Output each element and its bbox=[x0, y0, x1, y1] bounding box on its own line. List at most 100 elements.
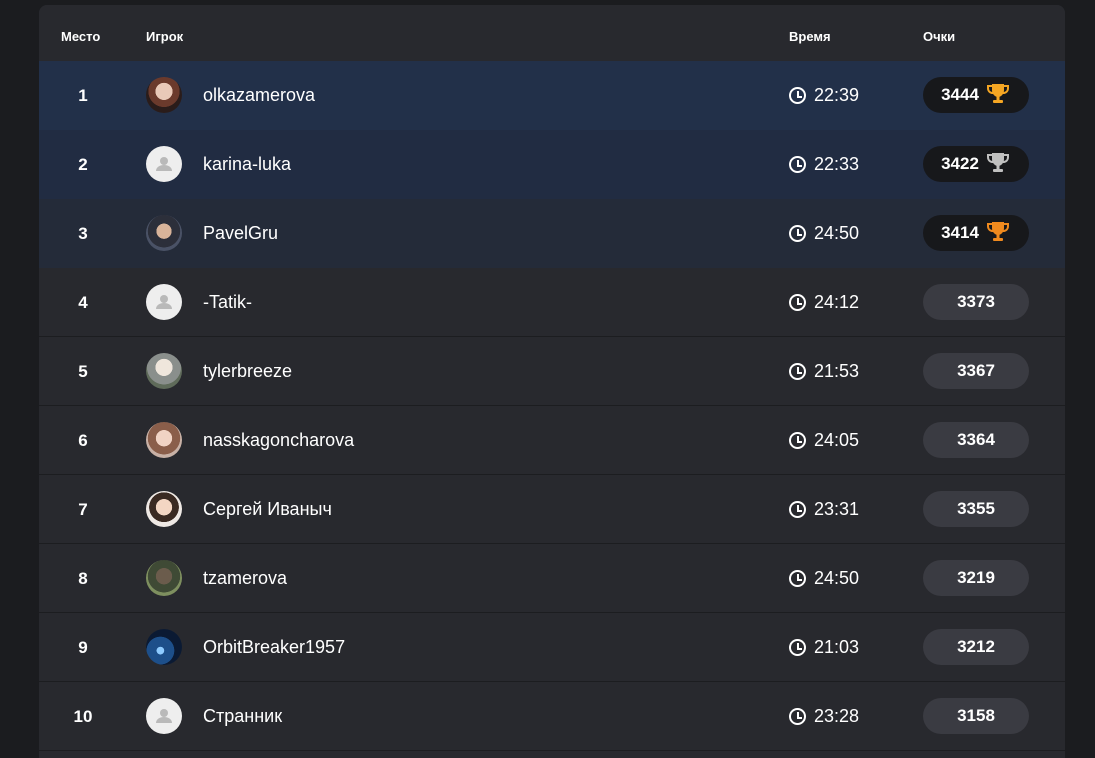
table-row[interactable]: 9 OrbitBreaker1957 21:03 3212 bbox=[39, 613, 1065, 682]
table-row[interactable]: 2 karina-luka 22:33 3422 bbox=[39, 130, 1065, 199]
clock-icon bbox=[789, 639, 806, 656]
time-value: 21:03 bbox=[814, 637, 860, 657]
play-time: 24:50 bbox=[789, 544, 859, 613]
player-name[interactable]: tzamerova bbox=[203, 544, 287, 613]
avatar[interactable] bbox=[146, 629, 182, 665]
player-name[interactable]: olkazamerova bbox=[203, 61, 315, 130]
avatar[interactable] bbox=[146, 215, 182, 251]
score-badge: 3212 bbox=[923, 629, 1029, 665]
player-name[interactable]: tylerbreeze bbox=[203, 337, 292, 406]
rank-number: 8 bbox=[78, 569, 88, 588]
play-time: 23:31 bbox=[789, 475, 859, 544]
rank-number: 1 bbox=[78, 86, 88, 105]
default-avatar-icon[interactable] bbox=[146, 284, 182, 320]
play-time: 24:12 bbox=[789, 268, 859, 337]
score-badge: 3444 bbox=[923, 77, 1029, 113]
avatar[interactable] bbox=[146, 422, 182, 458]
time-value: 24:50 bbox=[814, 568, 860, 588]
table-row[interactable]: 1 olkazamerova 22:39 3444 bbox=[39, 61, 1065, 130]
score-value: 3212 bbox=[957, 637, 995, 656]
clock-icon bbox=[789, 363, 806, 380]
play-time: 21:03 bbox=[789, 613, 859, 682]
play-time: 22:39 bbox=[789, 61, 859, 130]
table-row[interactable]: 8 tzamerova 24:50 3219 bbox=[39, 544, 1065, 613]
silver-trophy-icon bbox=[985, 150, 1011, 186]
leaderboard-table: Место Игрок Время Очки 1 olkazamerova 22:3… bbox=[39, 5, 1065, 758]
rank-number: 3 bbox=[78, 224, 88, 243]
gold-trophy-icon bbox=[985, 81, 1011, 117]
table-row[interactable]: 5 tylerbreeze 21:53 3367 bbox=[39, 337, 1065, 406]
player-name[interactable]: Странник bbox=[203, 682, 282, 751]
avatar[interactable] bbox=[146, 77, 182, 113]
clock-icon bbox=[789, 225, 806, 242]
rank-number: 5 bbox=[78, 362, 88, 381]
clock-icon bbox=[789, 432, 806, 449]
score-value: 3444 bbox=[941, 85, 979, 104]
rank-number: 9 bbox=[78, 638, 88, 657]
play-time: 21:53 bbox=[789, 337, 859, 406]
column-header-place: Место bbox=[61, 29, 101, 44]
table-row[interactable]: 7 Сергей Иваныч 23:31 3355 bbox=[39, 475, 1065, 544]
score-badge: 3364 bbox=[923, 422, 1029, 458]
clock-icon bbox=[789, 294, 806, 311]
rank-number: 2 bbox=[78, 155, 88, 174]
time-value: 24:05 bbox=[814, 430, 860, 450]
score-value: 3219 bbox=[957, 568, 995, 587]
clock-icon bbox=[789, 570, 806, 587]
score-badge: 3367 bbox=[923, 353, 1029, 389]
play-time: 23:28 bbox=[789, 682, 859, 751]
rank-number: 10 bbox=[73, 707, 93, 726]
bronze-trophy-icon bbox=[985, 219, 1011, 255]
table-body: 1 olkazamerova 22:39 3444 2 karina-luka 22:33 3… bbox=[39, 61, 1065, 751]
table-row[interactable]: 3 PavelGru 24:50 3414 bbox=[39, 199, 1065, 268]
default-avatar-icon[interactable] bbox=[146, 698, 182, 734]
rank-number: 7 bbox=[78, 500, 88, 519]
time-value: 21:53 bbox=[814, 361, 860, 381]
score-badge: 3422 bbox=[923, 146, 1029, 182]
score-value: 3367 bbox=[957, 361, 995, 380]
score-value: 3355 bbox=[957, 499, 995, 518]
time-value: 23:28 bbox=[814, 706, 860, 726]
rank-number: 4 bbox=[78, 293, 88, 312]
player-name[interactable]: OrbitBreaker1957 bbox=[203, 613, 345, 682]
default-avatar-icon[interactable] bbox=[146, 146, 182, 182]
score-value: 3422 bbox=[941, 154, 979, 173]
player-name[interactable]: Сергей Иваныч bbox=[203, 475, 332, 544]
score-value: 3158 bbox=[957, 706, 995, 725]
column-header-time: Время bbox=[789, 29, 831, 44]
avatar[interactable] bbox=[146, 560, 182, 596]
time-value: 22:33 bbox=[814, 154, 860, 174]
clock-icon bbox=[789, 87, 806, 104]
player-name[interactable]: karina-luka bbox=[203, 130, 291, 199]
score-value: 3373 bbox=[957, 292, 995, 311]
player-name[interactable]: PavelGru bbox=[203, 199, 278, 268]
score-badge: 3158 bbox=[923, 698, 1029, 734]
score-badge: 3355 bbox=[923, 491, 1029, 527]
column-header-score: Очки bbox=[923, 29, 956, 44]
clock-icon bbox=[789, 156, 806, 173]
rank-number: 6 bbox=[78, 431, 88, 450]
player-name[interactable]: nasskagoncharova bbox=[203, 406, 354, 475]
column-header-player: Игрок bbox=[146, 29, 184, 44]
play-time: 24:50 bbox=[789, 199, 859, 268]
time-value: 24:50 bbox=[814, 223, 860, 243]
time-value: 24:12 bbox=[814, 292, 860, 312]
play-time: 24:05 bbox=[789, 406, 859, 475]
score-value: 3414 bbox=[941, 223, 979, 242]
score-badge: 3219 bbox=[923, 560, 1029, 596]
time-value: 22:39 bbox=[814, 85, 860, 105]
table-header: Место Игрок Время Очки bbox=[39, 5, 1065, 61]
player-name[interactable]: -Tatik- bbox=[203, 268, 252, 337]
clock-icon bbox=[789, 708, 806, 725]
clock-icon bbox=[789, 501, 806, 518]
table-row[interactable]: 10 Странник 23:28 3158 bbox=[39, 682, 1065, 751]
avatar[interactable] bbox=[146, 353, 182, 389]
score-badge: 3373 bbox=[923, 284, 1029, 320]
score-value: 3364 bbox=[957, 430, 995, 449]
play-time: 22:33 bbox=[789, 130, 859, 199]
score-badge: 3414 bbox=[923, 215, 1029, 251]
table-row[interactable]: 6 nasskagoncharova 24:05 3364 bbox=[39, 406, 1065, 475]
table-row[interactable]: 4 -Tatik- 24:12 3373 bbox=[39, 268, 1065, 337]
time-value: 23:31 bbox=[814, 499, 860, 519]
avatar[interactable] bbox=[146, 491, 182, 527]
